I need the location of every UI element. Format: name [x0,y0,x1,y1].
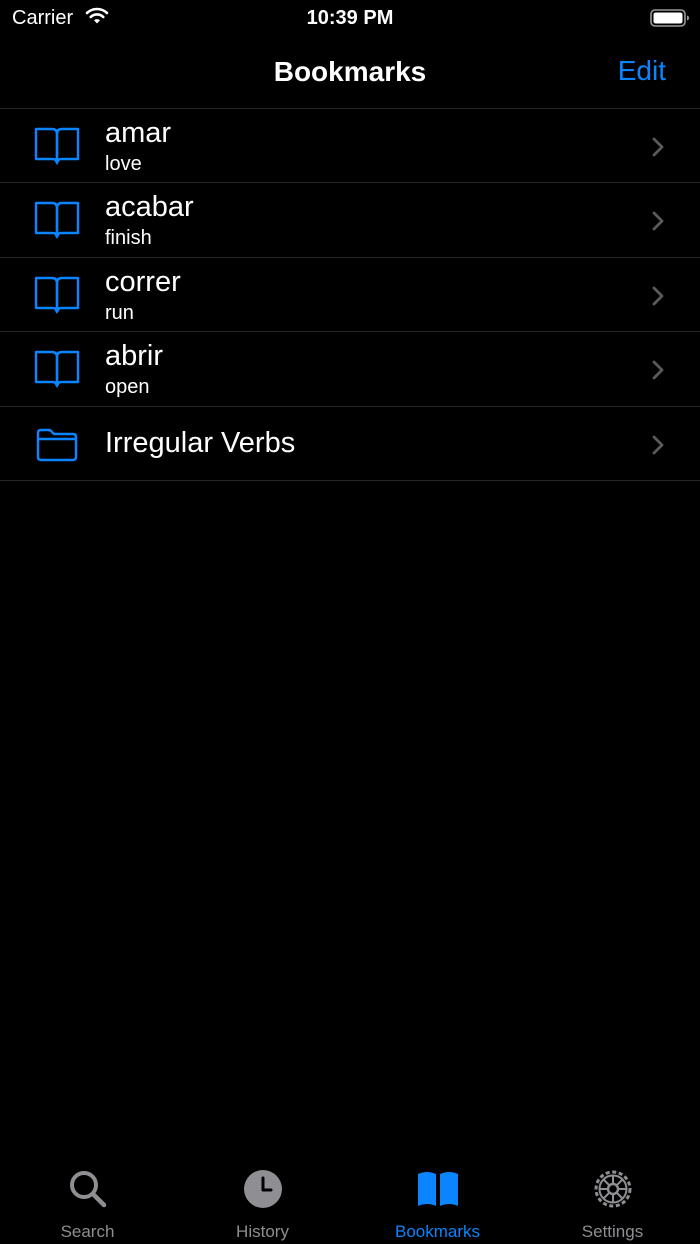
book-icon [34,350,80,389]
gear-icon [594,1170,632,1208]
status-time: 10:39 PM [306,7,394,29]
tab-bookmarks[interactable]: Bookmarks [350,1160,525,1244]
chevron-right-icon [652,286,664,306]
chevron-right-icon [652,360,664,380]
bookmark-subtitle: open [105,376,150,399]
chevron-right-icon [652,211,664,231]
chevron-right-icon [652,137,664,157]
bookmark-row-acabar[interactable]: acabar finish [0,183,700,258]
bookmark-title: acabar [105,191,194,224]
bookmark-row-irregular-verbs[interactable]: Irregular Verbs [0,407,700,481]
tab-label: History [236,1222,289,1241]
bookmark-subtitle: love [105,153,142,175]
tab-label: Bookmarks [394,1222,481,1241]
bookmark-subtitle: finish [105,227,152,250]
book-icon [34,202,80,240]
screen: Carrier 10:39 PM Bookmarks Edit amar lov… [0,0,700,1244]
battery-icon [650,9,689,27]
status-bar: Carrier 10:39 PM [0,0,700,36]
tab-search[interactable]: Search [0,1160,175,1244]
tab-history[interactable]: History [175,1160,350,1244]
search-icon [70,1171,107,1208]
folder-icon [36,428,78,461]
chevron-right-icon [652,435,664,454]
bookmark-list: amar love acabar finish correr run abrir… [0,109,700,481]
bookmark-row-correr[interactable]: correr run [0,258,700,333]
book-icon [34,276,80,314]
clock-icon [244,1170,282,1208]
bookmark-row-amar[interactable]: amar love [0,109,700,184]
bookmark-title: abrir [105,340,164,373]
bookmark-row-abrir[interactable]: abrir open [0,332,700,407]
tab-settings[interactable]: Settings [525,1160,700,1244]
bookmark-title: amar [105,117,172,149]
bookmark-title: correr [105,265,181,298]
folder-title: Irregular Verbs [105,426,296,459]
book-icon [34,127,80,165]
tab-bar: Search History Bookmarks Settings [0,1160,700,1244]
tab-label: Settings [581,1222,644,1241]
navigation-bar: Bookmarks Edit [0,36,700,108]
book-icon [418,1172,458,1206]
tab-label: Search [60,1222,115,1241]
page-title: Bookmarks [273,56,427,87]
bookmark-subtitle: run [105,301,134,324]
edit-button[interactable]: Edit [618,55,666,87]
